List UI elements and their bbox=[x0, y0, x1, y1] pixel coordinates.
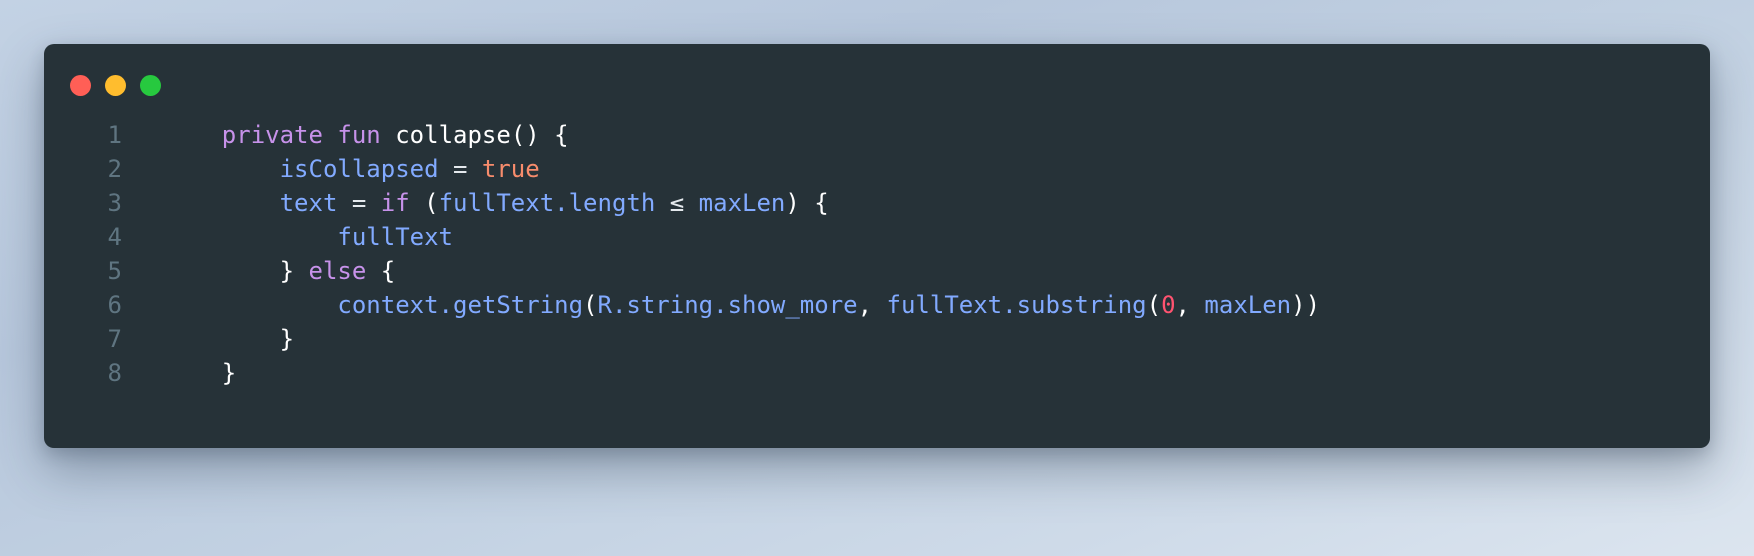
code-token: . bbox=[1002, 291, 1017, 319]
code-token: () { bbox=[510, 121, 569, 149]
code-line: 4 fullText bbox=[44, 220, 1320, 254]
code-line-content[interactable]: fullText bbox=[122, 220, 1320, 254]
code-token: text bbox=[279, 189, 338, 217]
code-line: 1 private fun collapse() { bbox=[44, 118, 1320, 152]
code-token: 0 bbox=[1161, 291, 1176, 319]
code-token: else bbox=[308, 257, 367, 285]
code-line: 2 isCollapsed = true bbox=[44, 152, 1320, 186]
code-token: ( bbox=[583, 291, 598, 319]
code-line: 5 } else { bbox=[44, 254, 1320, 288]
code-token: . bbox=[438, 291, 453, 319]
line-number: 5 bbox=[107, 257, 122, 285]
code-token: fun bbox=[337, 121, 381, 149]
code-token: = bbox=[351, 189, 367, 217]
line-number: 3 bbox=[107, 189, 122, 217]
code-token: length bbox=[568, 189, 656, 217]
code-token: } bbox=[279, 325, 295, 353]
maximize-button[interactable] bbox=[140, 75, 161, 96]
code-line-content[interactable]: } else { bbox=[122, 254, 1320, 288]
code-token: context bbox=[337, 291, 439, 319]
code-line: 6 context.getString(R.string.show_more, … bbox=[44, 288, 1320, 322]
code-token: private bbox=[221, 121, 323, 149]
code-snippet-card: 1 private fun collapse() {2 isCollapsed … bbox=[44, 44, 1710, 448]
code-line-content[interactable]: } bbox=[122, 356, 1320, 390]
code-token: isCollapsed bbox=[279, 155, 439, 183]
code-line: 7 } bbox=[44, 322, 1320, 356]
code-token: } bbox=[279, 257, 295, 285]
code-line-content[interactable]: isCollapsed = true bbox=[122, 152, 1320, 186]
code-token: maxLen bbox=[1204, 291, 1292, 319]
code-token: fullText bbox=[438, 189, 555, 217]
line-number: 8 bbox=[107, 359, 122, 387]
code-editor[interactable]: 1 private fun collapse() {2 isCollapsed … bbox=[44, 118, 1710, 448]
code-line: 3 text = if (fullText.length ≤ maxLen) { bbox=[44, 186, 1320, 220]
close-button[interactable] bbox=[70, 75, 91, 96]
code-token: string bbox=[626, 291, 714, 319]
window-controls bbox=[70, 75, 161, 96]
code-token: . bbox=[554, 189, 569, 217]
code-line-content[interactable]: } bbox=[122, 322, 1320, 356]
screenshot-root: 1 private fun collapse() {2 isCollapsed … bbox=[0, 0, 1754, 556]
code-token: fullText bbox=[337, 223, 453, 251]
code-token: collapse bbox=[395, 121, 511, 149]
code-token: maxLen bbox=[698, 189, 786, 217]
line-number: 7 bbox=[107, 325, 122, 353]
line-number: 1 bbox=[107, 121, 122, 149]
code-token: )) bbox=[1291, 291, 1321, 319]
line-number: 2 bbox=[107, 155, 122, 183]
code-line: 8 } bbox=[44, 356, 1320, 390]
code-token: R bbox=[597, 291, 612, 319]
code-token: ) { bbox=[785, 189, 829, 217]
code-line-content[interactable]: context.getString(R.string.show_more, fu… bbox=[122, 288, 1320, 322]
code-token: show_more bbox=[727, 291, 858, 319]
line-number: 4 bbox=[107, 223, 122, 251]
code-token: substring bbox=[1016, 291, 1147, 319]
code-token: true bbox=[481, 155, 540, 183]
code-lines: 1 private fun collapse() {2 isCollapsed … bbox=[44, 118, 1320, 390]
code-token: if bbox=[380, 189, 410, 217]
line-number: 6 bbox=[107, 291, 122, 319]
code-token: . bbox=[713, 291, 728, 319]
code-token: . bbox=[611, 291, 627, 319]
code-token: } bbox=[221, 359, 237, 387]
code-token: = bbox=[453, 155, 468, 183]
code-line-content[interactable]: private fun collapse() { bbox=[122, 118, 1320, 152]
code-token: fullText bbox=[886, 291, 1003, 319]
code-token: ≤ bbox=[669, 189, 685, 217]
code-token: { bbox=[380, 257, 396, 285]
code-token: ( bbox=[424, 189, 439, 217]
code-token: getString bbox=[453, 291, 584, 319]
minimize-button[interactable] bbox=[105, 75, 126, 96]
code-token: ( bbox=[1146, 291, 1162, 319]
code-token: , bbox=[1175, 291, 1190, 319]
code-line-content[interactable]: text = if (fullText.length ≤ maxLen) { bbox=[122, 186, 1320, 220]
code-token: , bbox=[857, 291, 873, 319]
